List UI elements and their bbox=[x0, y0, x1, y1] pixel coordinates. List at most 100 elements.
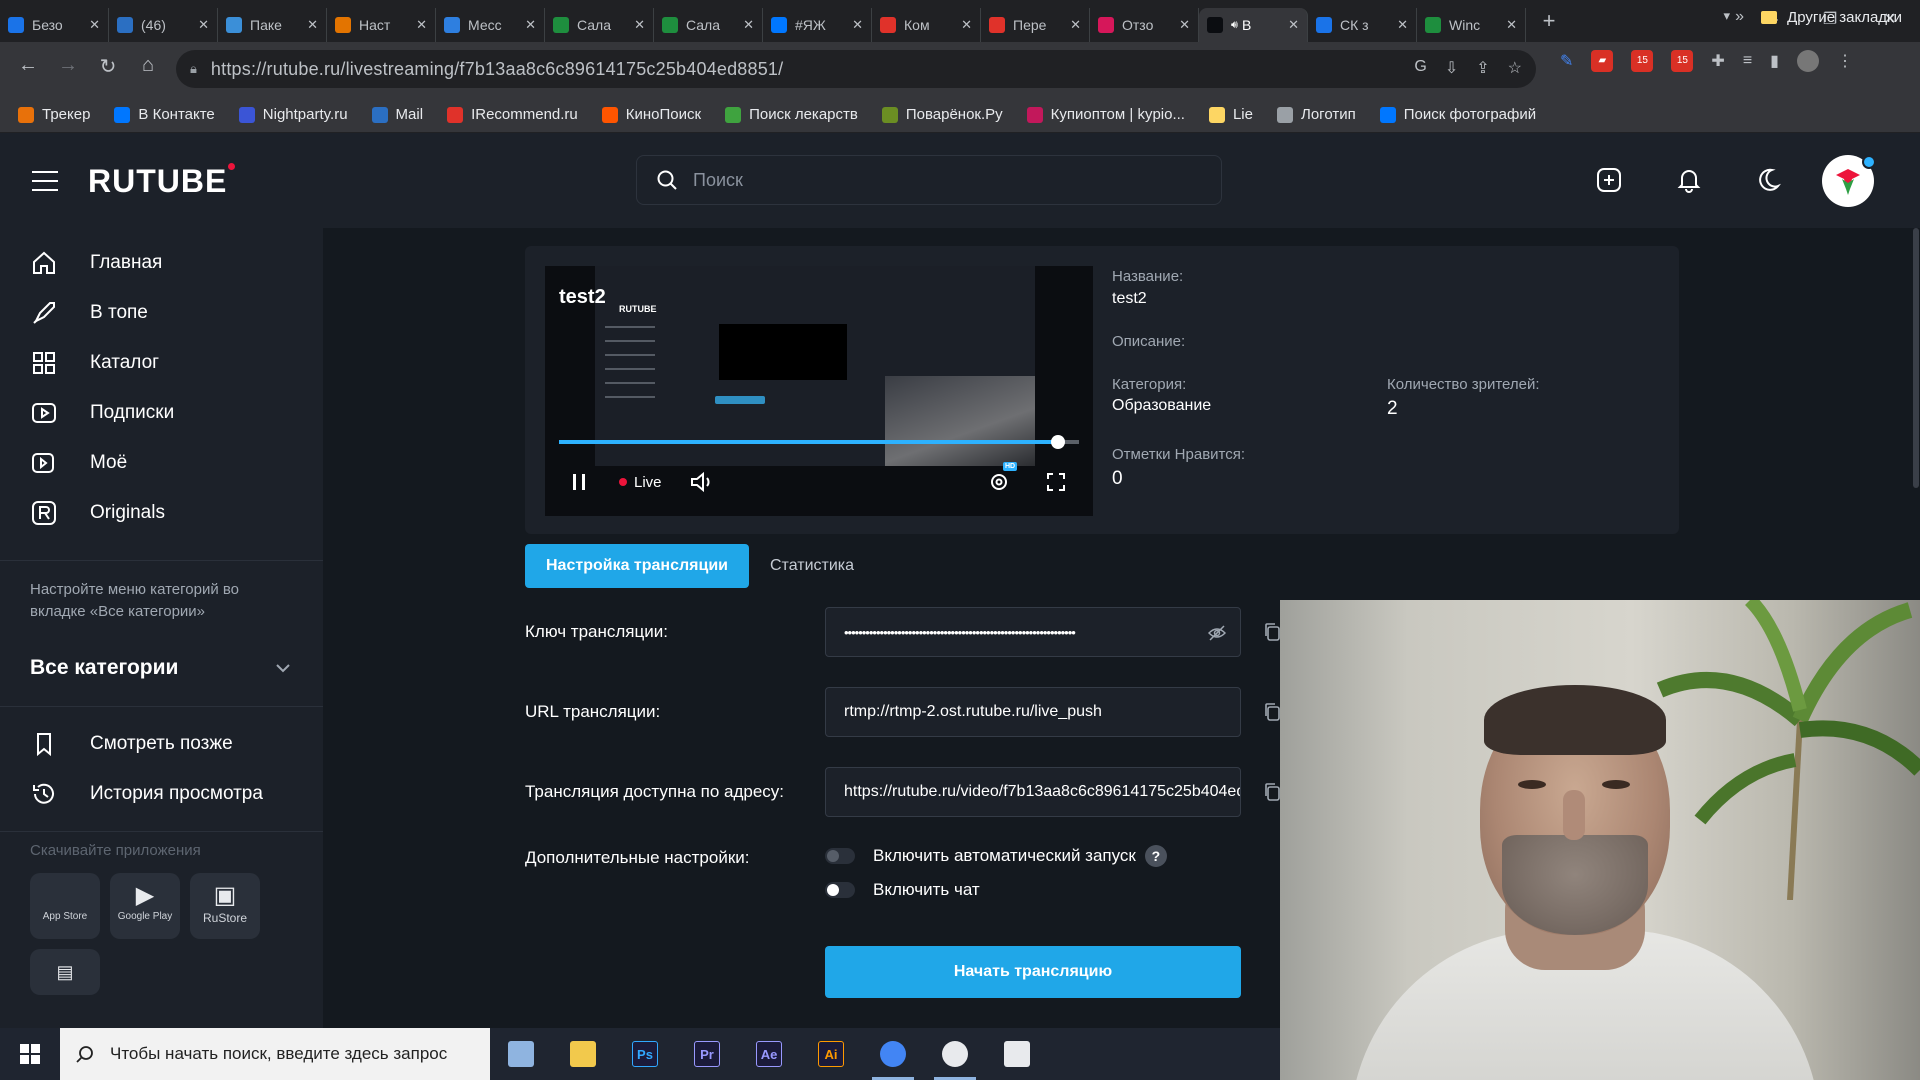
browser-tab[interactable]: #ЯЖ ✕ bbox=[763, 8, 872, 42]
google-icon[interactable]: G bbox=[1414, 58, 1426, 78]
browser-tab[interactable]: Наст ✕ bbox=[327, 8, 436, 42]
moon-icon[interactable] bbox=[1754, 166, 1782, 194]
progress-bar[interactable] bbox=[559, 435, 1079, 449]
taskbar-app[interactable] bbox=[490, 1028, 552, 1080]
start-button[interactable] bbox=[0, 1028, 60, 1080]
app-store-button[interactable]: App Store bbox=[30, 873, 100, 939]
tab-search-icon[interactable]: ▾ bbox=[1723, 8, 1730, 24]
pen-extension-icon[interactable]: ✎ bbox=[1560, 51, 1573, 71]
taskbar-app[interactable] bbox=[924, 1028, 986, 1080]
close-tab-icon[interactable]: ✕ bbox=[1070, 17, 1081, 33]
browser-tab[interactable]: Сала ✕ bbox=[654, 8, 763, 42]
taskbar-search[interactable]: Чтобы начать поиск, введите здесь запрос bbox=[60, 1028, 490, 1080]
browser-tab[interactable]: Месс ✕ bbox=[436, 8, 545, 42]
bookmark-item[interactable]: Трекер bbox=[18, 106, 90, 123]
other-bookmarks[interactable]: Другие закладки bbox=[1761, 9, 1902, 26]
stream-key-field[interactable]: ••••••••••••••••••••••••••••••••••••••••… bbox=[825, 607, 1241, 657]
progress-knob[interactable] bbox=[1051, 435, 1066, 449]
copy-key-icon[interactable] bbox=[1263, 622, 1281, 642]
close-tab-icon[interactable]: ✕ bbox=[634, 17, 645, 33]
close-tab-icon[interactable]: ✕ bbox=[416, 17, 427, 33]
upload-icon[interactable] bbox=[1595, 166, 1623, 194]
bookmark-item[interactable]: Поиск фотографий bbox=[1379, 106, 1536, 123]
all-categories-toggle[interactable]: Все категории bbox=[0, 656, 323, 680]
media-control-icon[interactable]: ≡ bbox=[1743, 52, 1752, 70]
bell-icon[interactable] bbox=[1675, 166, 1703, 194]
browser-tab[interactable]: 🔊︎ В ✕ bbox=[1199, 8, 1308, 42]
forward-button[interactable]: → bbox=[48, 54, 88, 79]
copy-url-icon[interactable] bbox=[1263, 702, 1281, 722]
browser-tab[interactable]: СК з ✕ bbox=[1308, 8, 1417, 42]
browser-tab[interactable]: Сала ✕ bbox=[545, 8, 654, 42]
bookmark-item[interactable]: IRecommend.ru bbox=[447, 106, 578, 123]
close-tab-icon[interactable]: ✕ bbox=[525, 17, 536, 33]
taskbar-app[interactable]: Pr bbox=[676, 1028, 738, 1080]
taskbar-app[interactable] bbox=[552, 1028, 614, 1080]
close-tab-icon[interactable]: ✕ bbox=[198, 17, 209, 33]
reload-button[interactable]: ↻ bbox=[88, 54, 128, 79]
bookmarks-more-icon[interactable]: » bbox=[1735, 8, 1744, 26]
bookmark-item[interactable]: КиноПоиск bbox=[601, 106, 701, 123]
audio-playing-icon[interactable]: 🔊︎ bbox=[1231, 19, 1238, 32]
bookmark-item[interactable]: В Контакте bbox=[114, 106, 215, 123]
menu-icon[interactable]: ⋮ bbox=[1837, 51, 1853, 71]
sidebar-item-history[interactable]: История просмотра bbox=[0, 769, 323, 819]
close-tab-icon[interactable]: ✕ bbox=[961, 17, 972, 33]
bookmark-item[interactable]: Mail bbox=[371, 106, 423, 123]
fullscreen-button[interactable] bbox=[1045, 466, 1067, 498]
extension-badge-icon[interactable]: 15 bbox=[1631, 50, 1654, 72]
eye-off-icon[interactable] bbox=[1208, 625, 1226, 641]
browser-tab[interactable]: (46) ✕ bbox=[109, 8, 218, 42]
extension-red-icon[interactable]: ▰ bbox=[1591, 50, 1614, 72]
bookmark-item[interactable]: Lie bbox=[1208, 106, 1253, 123]
live-indicator[interactable]: Live bbox=[619, 466, 662, 498]
search-box[interactable] bbox=[636, 155, 1222, 205]
huawei-appgallery-button[interactable]: ▤ bbox=[30, 949, 100, 995]
rustore-button[interactable]: ▣ RuStore bbox=[190, 873, 260, 939]
star-icon[interactable]: ☆ bbox=[1508, 58, 1522, 78]
stream-address-field[interactable]: https://rutube.ru/video/f7b13aa8c6c89614… bbox=[825, 767, 1241, 817]
browser-tab[interactable]: Безо ✕ bbox=[0, 8, 109, 42]
home-button[interactable]: ⌂ bbox=[128, 54, 168, 79]
close-tab-icon[interactable]: ✕ bbox=[852, 17, 863, 33]
taskbar-app[interactable] bbox=[862, 1028, 924, 1080]
close-tab-icon[interactable]: ✕ bbox=[1179, 17, 1190, 33]
back-button[interactable]: ← bbox=[8, 54, 48, 79]
close-tab-icon[interactable]: ✕ bbox=[1397, 17, 1408, 33]
close-tab-icon[interactable]: ✕ bbox=[307, 17, 318, 33]
bookmark-item[interactable]: Поварёнок.Ру bbox=[881, 106, 1003, 123]
sidebar-item-subscriptions[interactable]: Подписки bbox=[0, 388, 323, 438]
volume-button[interactable] bbox=[689, 466, 715, 498]
start-stream-button[interactable]: Начать трансляцию bbox=[825, 946, 1241, 998]
close-tab-icon[interactable]: ✕ bbox=[743, 17, 754, 33]
sidebar-item-catalog[interactable]: Каталог bbox=[0, 338, 323, 388]
rutube-logo[interactable]: RUTUBE bbox=[88, 163, 236, 200]
taskbar-app[interactable]: Ps bbox=[614, 1028, 676, 1080]
bookmark-item[interactable]: Поиск лекарств bbox=[725, 106, 858, 123]
pause-button[interactable] bbox=[571, 466, 587, 498]
taskbar-app[interactable]: Ae bbox=[738, 1028, 800, 1080]
new-tab-button[interactable]: + bbox=[1532, 4, 1566, 38]
close-tab-icon[interactable]: ✕ bbox=[89, 17, 100, 33]
video-player[interactable]: RUTUBE test2 Live HD bbox=[545, 266, 1093, 516]
bookmark-item[interactable]: Купиоптом | kypio... bbox=[1026, 106, 1185, 123]
close-tab-icon[interactable]: ✕ bbox=[1506, 17, 1517, 33]
browser-tab[interactable]: Отзо ✕ bbox=[1090, 8, 1199, 42]
sidebar-item-originals[interactable]: Originals bbox=[0, 488, 323, 538]
close-tab-icon[interactable]: ✕ bbox=[1288, 17, 1299, 33]
profile-avatar-icon[interactable] bbox=[1796, 50, 1819, 72]
browser-tab[interactable]: Ком ✕ bbox=[872, 8, 981, 42]
tab-stream-settings[interactable]: Настройка трансляции bbox=[525, 544, 749, 588]
browser-tab[interactable]: Winc ✕ bbox=[1417, 8, 1526, 42]
puzzle-icon[interactable]: ✚ bbox=[1711, 51, 1724, 71]
stream-url-field[interactable]: rtmp://rtmp-2.ost.rutube.ru/live_push bbox=[825, 687, 1241, 737]
google-play-button[interactable]: ▶ Google Play bbox=[110, 873, 180, 939]
search-input[interactable] bbox=[693, 169, 1193, 191]
adblock-extension-icon[interactable]: 15 bbox=[1671, 50, 1694, 72]
share-icon[interactable]: ⇪ bbox=[1476, 58, 1489, 78]
sidebar-item-home[interactable]: Главная bbox=[0, 238, 323, 288]
bookmark-item[interactable]: Логотип bbox=[1277, 106, 1356, 123]
bookmark-item[interactable]: Nightparty.ru bbox=[238, 106, 348, 123]
browser-tab[interactable]: Пере ✕ bbox=[981, 8, 1090, 42]
sidebar-item-mine[interactable]: Моё bbox=[0, 438, 323, 488]
